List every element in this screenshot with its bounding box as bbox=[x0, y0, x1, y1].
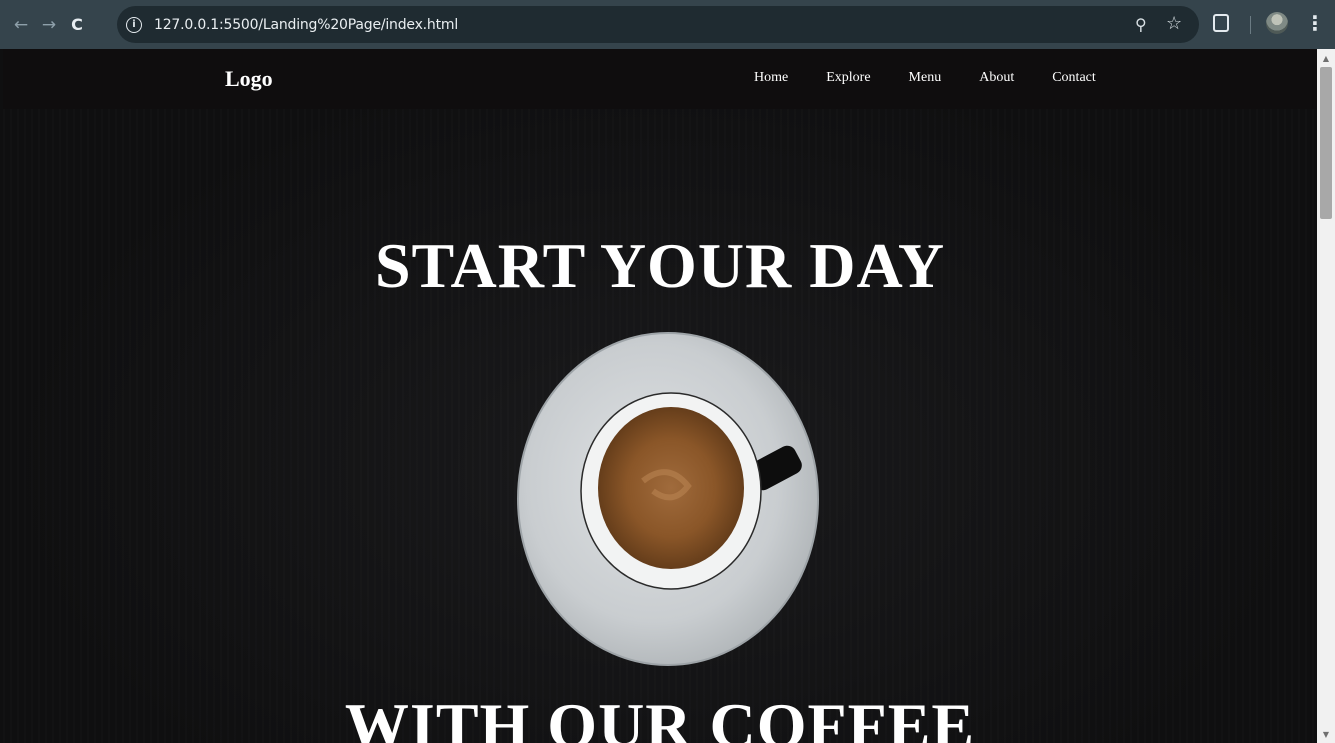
url-text[interactable]: 127.0.0.1:5500/Landing%20Page/index.html bbox=[154, 17, 458, 33]
page-viewport: Logo Home Explore Menu About Contact STA… bbox=[3, 49, 1317, 743]
zoom-icon[interactable]: ⚲ bbox=[1135, 15, 1147, 34]
info-icon[interactable]: i bbox=[126, 16, 142, 33]
reload-icon: C bbox=[71, 15, 83, 34]
puzzle-icon[interactable] bbox=[1213, 14, 1229, 32]
coffee-cup-image bbox=[517, 332, 819, 666]
nav-link-menu[interactable]: Menu bbox=[909, 70, 942, 86]
site-logo[interactable]: Logo bbox=[225, 66, 273, 92]
scroll-up-arrow-icon[interactable]: ▲ bbox=[1317, 51, 1335, 65]
scrollbar-thumb[interactable] bbox=[1320, 67, 1332, 219]
hero-title-bottom: WITH OUR COFFEE bbox=[344, 690, 976, 743]
nav-link-about[interactable]: About bbox=[979, 70, 1014, 86]
scrollbar[interactable]: ▲ ▼ bbox=[1317, 49, 1335, 743]
main-nav: Home Explore Menu About Contact bbox=[754, 70, 1096, 86]
toolbar-divider bbox=[1250, 16, 1251, 34]
site-header: Logo Home Explore Menu About Contact bbox=[3, 49, 1317, 109]
back-button[interactable]: ← bbox=[7, 11, 35, 39]
scroll-down-arrow-icon[interactable]: ▼ bbox=[1317, 727, 1335, 741]
hero-title-top: START YOUR DAY bbox=[374, 230, 946, 301]
address-bar[interactable]: i 127.0.0.1:5500/Landing%20Page/index.ht… bbox=[117, 6, 1199, 43]
star-icon[interactable]: ☆ bbox=[1166, 13, 1182, 34]
kebab-menu-icon[interactable]: ⋮ bbox=[1305, 11, 1325, 35]
coffee-surface bbox=[598, 407, 744, 569]
avatar[interactable] bbox=[1266, 12, 1288, 34]
arrow-left-icon: ← bbox=[13, 14, 29, 35]
forward-button[interactable]: → bbox=[35, 11, 63, 39]
nav-link-contact[interactable]: Contact bbox=[1052, 70, 1096, 86]
arrow-right-icon: → bbox=[41, 14, 57, 35]
nav-link-explore[interactable]: Explore bbox=[826, 70, 870, 86]
browser-toolbar: ← → C i 127.0.0.1:5500/Landing%20Page/in… bbox=[0, 0, 1335, 49]
reload-button[interactable]: C bbox=[63, 11, 91, 39]
nav-link-home[interactable]: Home bbox=[754, 70, 788, 86]
